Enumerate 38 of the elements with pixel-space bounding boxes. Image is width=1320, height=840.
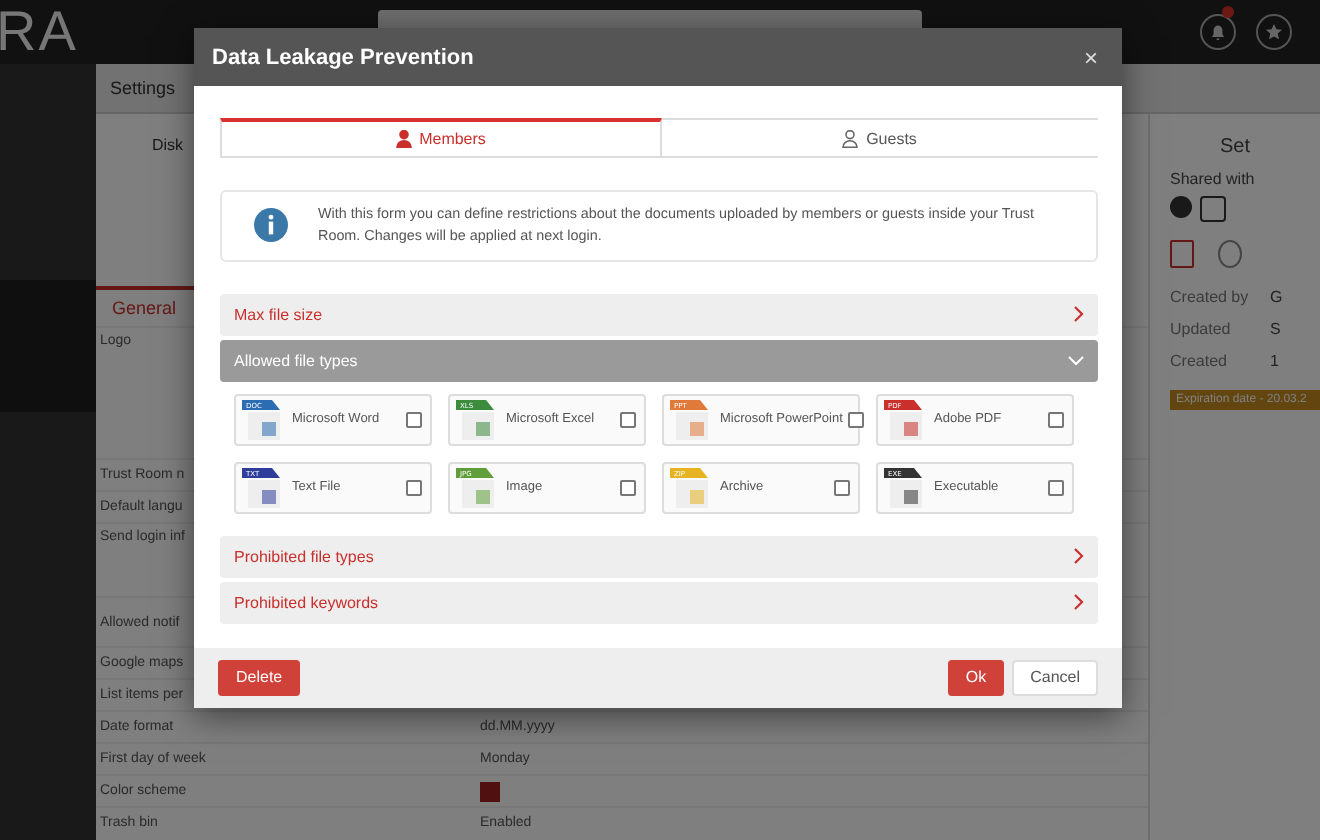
- logo-text: RA: [0, 0, 78, 64]
- ok-button[interactable]: Ok: [947, 659, 1005, 696]
- delete-button[interactable]: Delete: [218, 659, 301, 696]
- accordion-header[interactable]: Prohibited file types: [220, 535, 1098, 578]
- tab[interactable]: Members: [220, 118, 661, 156]
- chevron-down-icon: [1068, 355, 1084, 366]
- color-swatch[interactable]: [480, 781, 500, 801]
- person-icon: [395, 130, 412, 148]
- panel-heading: Set: [1220, 136, 1253, 158]
- checkbox[interactable]: [834, 479, 850, 496]
- accordion-header[interactable]: Max file size: [220, 293, 1098, 336]
- dialog-title: Data Leakage Prevention: [212, 45, 474, 69]
- close-button[interactable]: ×: [1077, 43, 1104, 71]
- checkbox[interactable]: [620, 411, 636, 428]
- checkbox[interactable]: [1048, 479, 1064, 496]
- info-icon: [254, 208, 288, 243]
- person-icon: [842, 129, 859, 147]
- checkbox[interactable]: [406, 479, 422, 496]
- accordion-header[interactable]: Prohibited keywords: [220, 581, 1098, 624]
- checkbox[interactable]: [848, 411, 865, 428]
- detail-label: Created: [1170, 351, 1229, 369]
- chevron-right-icon: [1074, 306, 1084, 323]
- detail-value: S: [1270, 319, 1281, 337]
- page-header: Settings: [110, 78, 176, 98]
- nav-highlight: [0, 280, 96, 412]
- detail-label: Created by: [1170, 287, 1251, 305]
- checkbox[interactable]: [620, 479, 636, 496]
- avatar-icon[interactable]: [1170, 196, 1192, 218]
- chevron-right-icon: [1074, 594, 1084, 611]
- chevron-right-icon: [1074, 548, 1084, 565]
- detail-value: 1: [1270, 351, 1279, 369]
- detail-label: Updated: [1170, 319, 1233, 337]
- detail-value: G: [1270, 287, 1283, 305]
- shared-with-label: Shared with: [1170, 170, 1257, 188]
- checkbox[interactable]: [406, 411, 422, 428]
- checkbox[interactable]: [1048, 411, 1064, 428]
- panel-heading: Disk: [152, 136, 184, 154]
- cancel-button[interactable]: Cancel: [1012, 659, 1098, 696]
